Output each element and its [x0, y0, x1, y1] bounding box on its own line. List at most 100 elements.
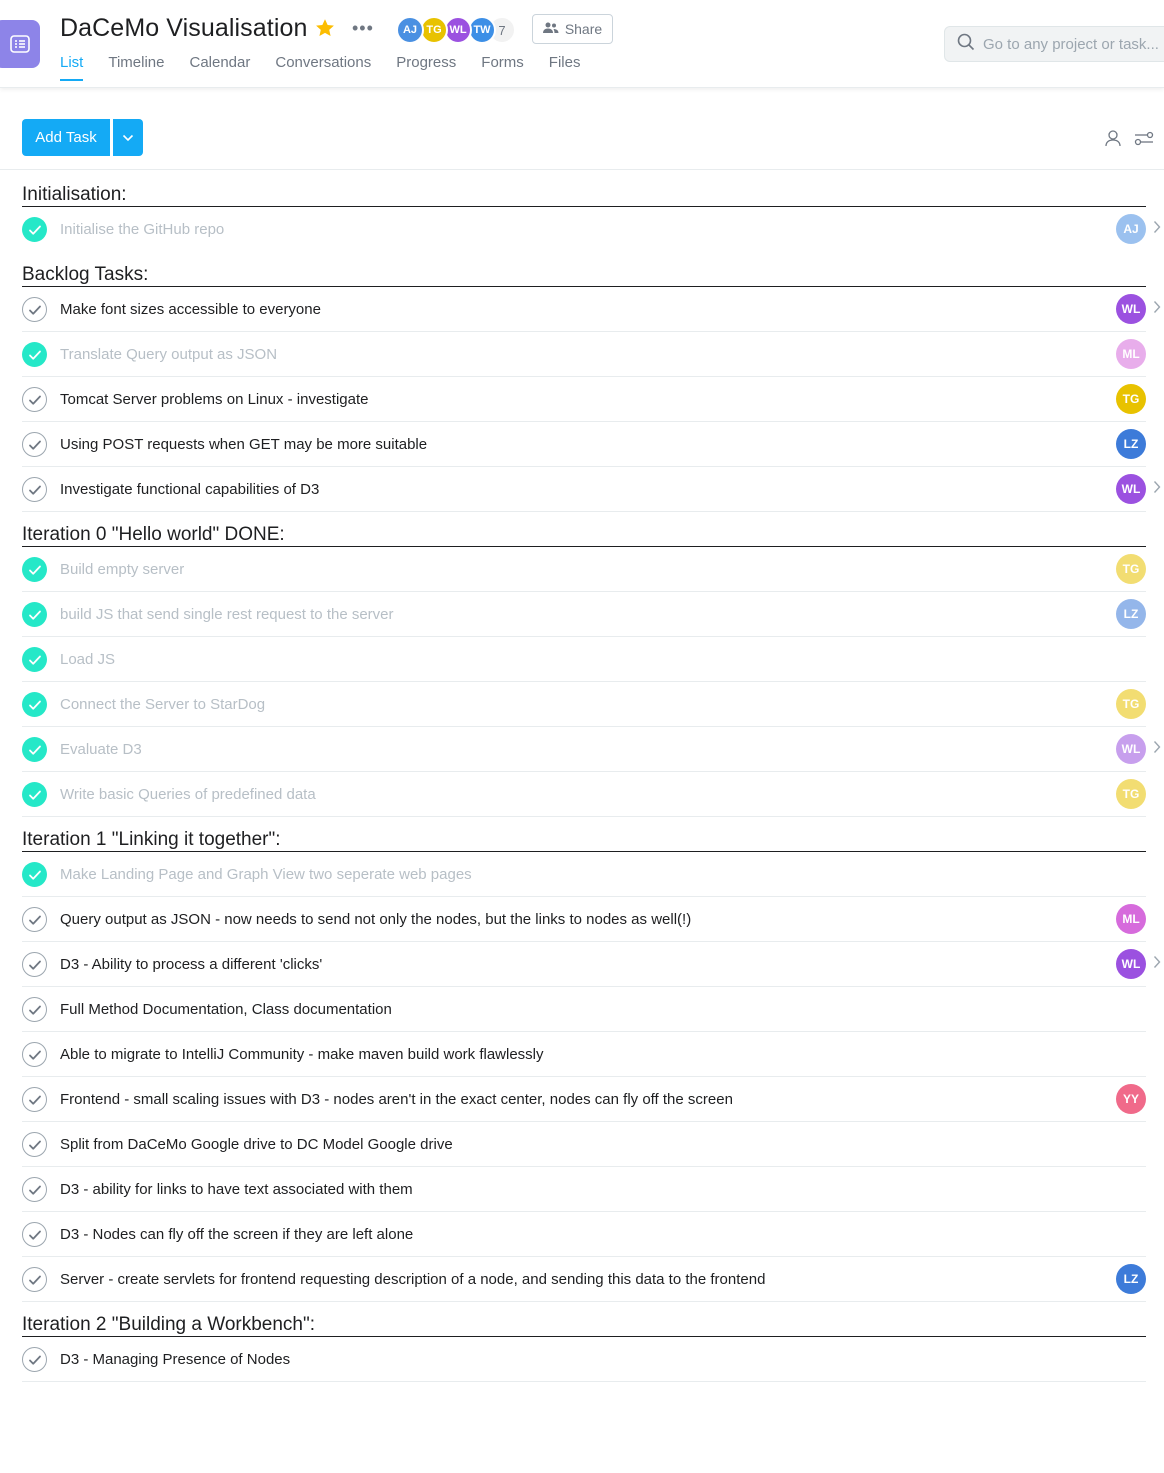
task-row[interactable]: Make font sizes accessible to everyone WL — [22, 287, 1161, 332]
tab-progress[interactable]: Progress — [396, 54, 456, 81]
task-row[interactable]: Full Method Documentation, Class documen… — [22, 987, 1146, 1032]
task-name[interactable]: Load JS — [60, 651, 115, 668]
assignee-avatar[interactable]: ML — [1116, 904, 1146, 934]
assignee-avatar[interactable]: TG — [1116, 554, 1146, 584]
task-name[interactable]: Connect the Server to StarDog — [60, 696, 265, 713]
assignee-avatar[interactable]: WL — [1116, 474, 1146, 504]
tab-conversations[interactable]: Conversations — [275, 54, 371, 81]
task-name[interactable]: Investigate functional capabilities of D… — [60, 481, 319, 498]
member-avatar[interactable]: TG — [420, 16, 448, 44]
task-name[interactable]: D3 - Nodes can fly off the screen if the… — [60, 1226, 413, 1243]
assignee-avatar[interactable]: LZ — [1116, 599, 1146, 629]
assignee-avatar[interactable]: LZ — [1116, 429, 1146, 459]
incomplete-check-icon[interactable] — [22, 1042, 47, 1067]
task-name[interactable]: Using POST requests when GET may be more… — [60, 436, 427, 453]
assignee-avatar[interactable]: WL — [1116, 734, 1146, 764]
task-row[interactable]: D3 - Ability to process a different 'cli… — [22, 942, 1161, 987]
task-row[interactable]: D3 - Managing Presence of Nodes — [22, 1337, 1146, 1382]
task-row[interactable]: Make Landing Page and Graph View two sep… — [22, 852, 1146, 897]
member-avatar[interactable]: TW — [468, 16, 496, 44]
task-name[interactable]: Full Method Documentation, Class documen… — [60, 1001, 392, 1018]
task-name[interactable]: Initialise the GitHub repo — [60, 221, 224, 238]
add-task-button[interactable]: Add Task — [22, 119, 110, 156]
incomplete-check-icon[interactable] — [22, 432, 47, 457]
task-name[interactable]: build JS that send single rest request t… — [60, 606, 394, 623]
task-row[interactable]: Investigate functional capabilities of D… — [22, 467, 1161, 512]
tab-list[interactable]: List — [60, 54, 84, 81]
tab-forms[interactable]: Forms — [481, 54, 524, 81]
search-input[interactable]: Go to any project or task... — [944, 26, 1164, 62]
completed-check-icon[interactable] — [22, 217, 47, 242]
incomplete-check-icon[interactable] — [22, 297, 47, 322]
chevron-right-icon[interactable] — [1153, 300, 1161, 319]
task-row[interactable]: Build empty server TG — [22, 547, 1146, 592]
completed-check-icon[interactable] — [22, 342, 47, 367]
task-name[interactable]: Evaluate D3 — [60, 741, 142, 758]
member-avatar[interactable]: AJ — [396, 16, 424, 44]
chevron-right-icon[interactable] — [1153, 480, 1161, 499]
task-row[interactable]: Connect the Server to StarDog TG — [22, 682, 1146, 727]
filter-settings-icon[interactable] — [1134, 129, 1154, 152]
assignee-avatar[interactable]: LZ — [1116, 1264, 1146, 1294]
task-name[interactable]: Translate Query output as JSON — [60, 346, 277, 363]
task-name[interactable]: Frontend - small scaling issues with D3 … — [60, 1091, 733, 1108]
task-row[interactable]: D3 - Nodes can fly off the screen if the… — [22, 1212, 1146, 1257]
chevron-right-icon[interactable] — [1153, 955, 1161, 974]
task-row[interactable]: build JS that send single rest request t… — [22, 592, 1146, 637]
section-header[interactable]: Iteration 1 "Linking it together": — [22, 817, 1146, 852]
assignee-avatar[interactable]: TG — [1116, 779, 1146, 809]
chevron-right-icon[interactable] — [1153, 740, 1161, 759]
task-row[interactable]: Frontend - small scaling issues with D3 … — [22, 1077, 1146, 1122]
completed-check-icon[interactable] — [22, 602, 47, 627]
incomplete-check-icon[interactable] — [22, 1347, 47, 1372]
incomplete-check-icon[interactable] — [22, 1267, 47, 1292]
task-name[interactable]: D3 - ability for links to have text asso… — [60, 1181, 413, 1198]
assignee-avatar[interactable]: WL — [1116, 294, 1146, 324]
task-name[interactable]: Split from DaCeMo Google drive to DC Mod… — [60, 1136, 453, 1153]
incomplete-check-icon[interactable] — [22, 387, 47, 412]
incomplete-check-icon[interactable] — [22, 997, 47, 1022]
task-row[interactable]: Split from DaCeMo Google drive to DC Mod… — [22, 1122, 1146, 1167]
completed-check-icon[interactable] — [22, 647, 47, 672]
chevron-right-icon[interactable] — [1153, 220, 1161, 239]
assignee-avatar[interactable]: YY — [1116, 1084, 1146, 1114]
assignee-avatar[interactable]: TG — [1116, 384, 1146, 414]
assignee-avatar[interactable]: WL — [1116, 949, 1146, 979]
task-name[interactable]: Write basic Queries of predefined data — [60, 786, 316, 803]
incomplete-check-icon[interactable] — [22, 907, 47, 932]
member-avatar[interactable]: WL — [444, 16, 472, 44]
incomplete-check-icon[interactable] — [22, 1132, 47, 1157]
completed-check-icon[interactable] — [22, 557, 47, 582]
task-row[interactable]: Tomcat Server problems on Linux - invest… — [22, 377, 1146, 422]
assignee-avatar[interactable]: AJ — [1116, 214, 1146, 244]
section-header[interactable]: Iteration 0 "Hello world" DONE: — [22, 512, 1146, 547]
task-name[interactable]: Able to migrate to IntelliJ Community - … — [60, 1046, 544, 1063]
incomplete-check-icon[interactable] — [22, 952, 47, 977]
task-name[interactable]: D3 - Ability to process a different 'cli… — [60, 956, 322, 973]
task-row[interactable]: Able to migrate to IntelliJ Community - … — [22, 1032, 1146, 1077]
task-name[interactable]: Build empty server — [60, 561, 184, 578]
incomplete-check-icon[interactable] — [22, 477, 47, 502]
more-options-icon[interactable]: ••• — [352, 18, 374, 39]
section-header[interactable]: Iteration 2 "Building a Workbench": — [22, 1302, 1146, 1337]
incomplete-check-icon[interactable] — [22, 1222, 47, 1247]
task-row[interactable]: Server - create servlets for frontend re… — [22, 1257, 1146, 1302]
completed-check-icon[interactable] — [22, 782, 47, 807]
task-row[interactable]: Load JS — [22, 637, 1146, 682]
favorite-star-icon[interactable] — [314, 17, 336, 44]
project-title[interactable]: DaCeMo Visualisation — [60, 14, 308, 43]
tab-files[interactable]: Files — [549, 54, 581, 81]
task-name[interactable]: Tomcat Server problems on Linux - invest… — [60, 391, 368, 408]
task-row[interactable]: Translate Query output as JSON ML — [22, 332, 1146, 377]
completed-check-icon[interactable] — [22, 862, 47, 887]
task-row[interactable]: Initialise the GitHub repo AJ — [22, 207, 1161, 252]
completed-check-icon[interactable] — [22, 737, 47, 762]
share-button[interactable]: Share — [532, 14, 613, 44]
assignee-avatar[interactable]: ML — [1116, 339, 1146, 369]
tab-timeline[interactable]: Timeline — [108, 54, 164, 81]
task-name[interactable]: Make font sizes accessible to everyone — [60, 301, 321, 318]
assignee-avatar[interactable]: TG — [1116, 689, 1146, 719]
task-row[interactable]: Evaluate D3 WL — [22, 727, 1161, 772]
incomplete-check-icon[interactable] — [22, 1087, 47, 1112]
assignee-filter-icon[interactable] — [1104, 129, 1122, 152]
